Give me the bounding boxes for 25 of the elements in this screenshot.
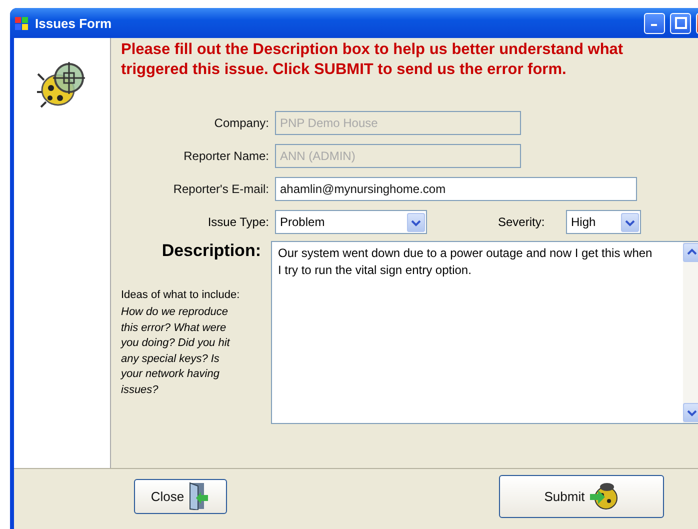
description-field[interactable]: Our system went down due to a power outage and now I get this when I try to run the vital sign entry option. (271, 241, 698, 424)
description-label: Description: (160, 241, 261, 261)
ideas-hint: How do we reproduce this error? What were you doing? Did you hit any special keys? Is your network having issues? (121, 305, 232, 398)
field-label: Company: (213, 116, 269, 130)
field-label: Severity: (498, 215, 546, 229)
scroll-up-icon[interactable] (683, 243, 698, 262)
maximize-icon (674, 17, 686, 29)
app-icon (14, 15, 30, 31)
minimize-button[interactable] (644, 12, 665, 34)
field-label: Reporter's E-mail: (172, 182, 269, 196)
field-label: Reporter Name: (182, 149, 269, 163)
scrollbar[interactable] (683, 242, 698, 423)
submit-button[interactable]: Submit (499, 474, 664, 518)
severity-dropdown[interactable]: High (566, 210, 641, 234)
scroll-down-icon[interactable] (683, 403, 698, 422)
ladybug-icon (588, 481, 619, 511)
close-button[interactable]: Close (134, 478, 227, 514)
maximize-button[interactable] (670, 12, 691, 34)
window-title: Issues Form (35, 16, 113, 30)
door-exit-icon (188, 482, 210, 510)
ideas-heading: Ideas of what to include: (121, 289, 241, 301)
issue-type-dropdown[interactable]: Problem (275, 210, 427, 234)
instruction-message: Please fill out the Description box to help us better understand what triggered this issue. Click SUBMIT to send us the error form. (121, 40, 624, 80)
field-label: Issue Type: (206, 215, 269, 229)
text-field[interactable]: ahamlin@mynursinghome.com (275, 177, 637, 201)
